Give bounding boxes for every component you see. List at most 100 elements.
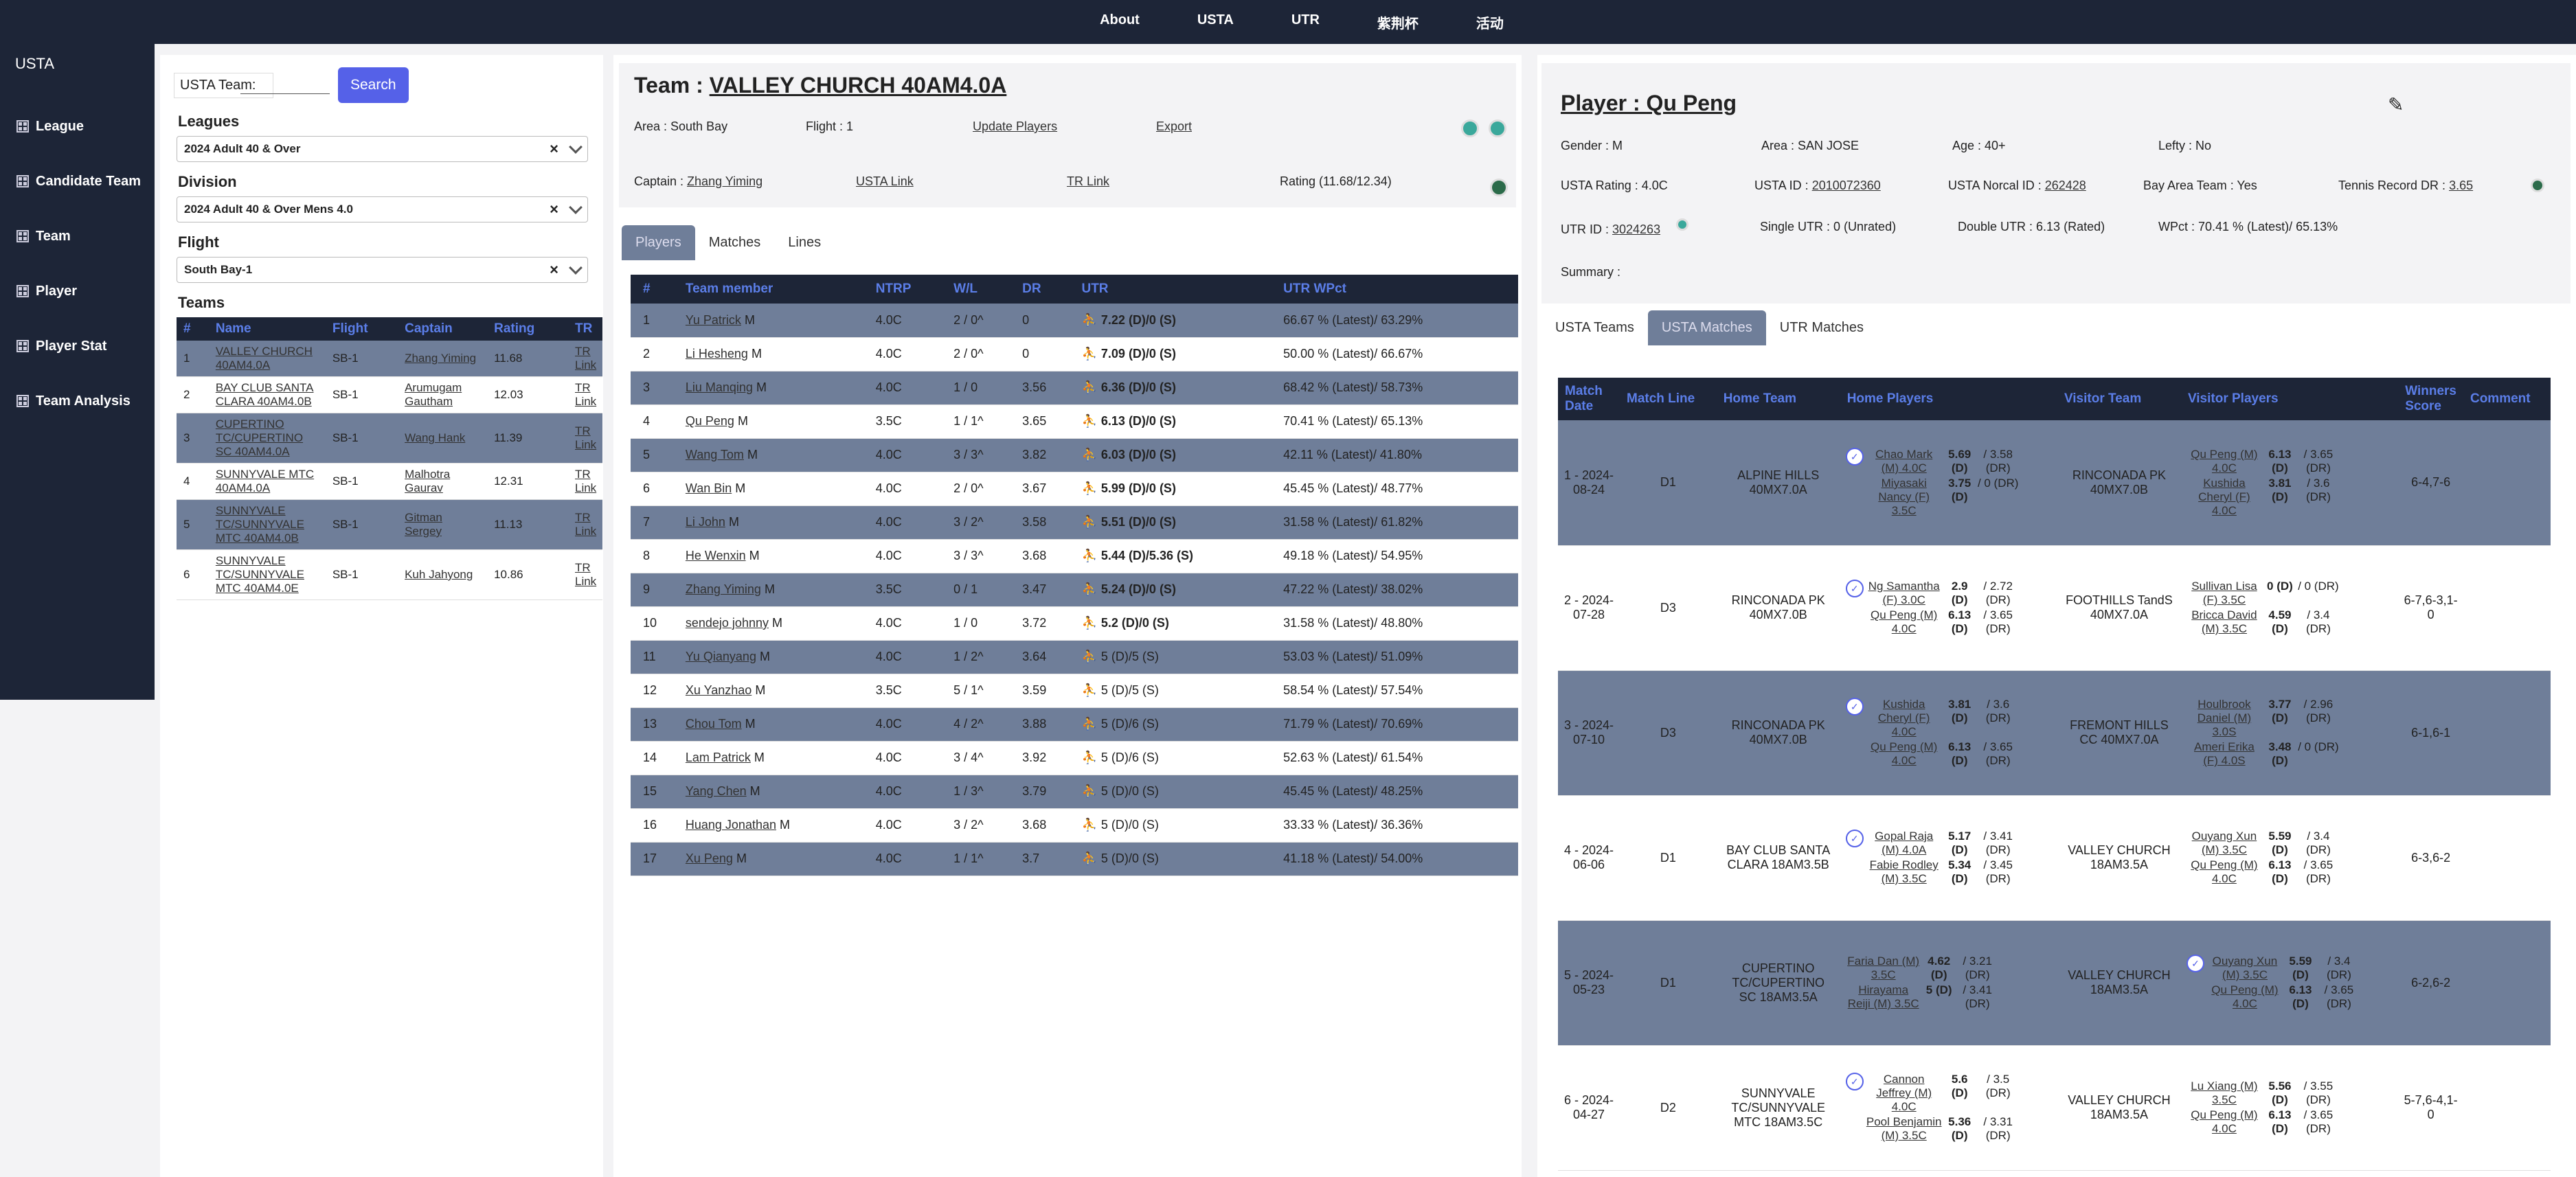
captain-link[interactable]: Zhang Yiming — [687, 174, 762, 188]
tr-link[interactable]: TR Link — [575, 511, 596, 538]
tab-players[interactable]: Players — [622, 225, 695, 260]
table-row[interactable]: 6 - 2024-04-27 D2 SUNNYVALE TC/SUNNYVALE M… — [1558, 1045, 2551, 1171]
tab-usta-matches[interactable]: USTA Matches — [1647, 310, 1766, 345]
player-link[interactable]: Kushida Cheryl (F) 4.0C — [1866, 698, 1942, 739]
tr-dr-link[interactable]: 3.65 — [2449, 179, 2473, 192]
utr-graph-icon[interactable]: ⛹ — [1081, 380, 1096, 394]
column-header[interactable]: Team member — [673, 275, 863, 304]
utr-graph-icon[interactable]: ⛹ — [1081, 347, 1096, 361]
member-link[interactable]: Yu Patrick — [686, 313, 741, 327]
column-header[interactable]: Comment — [2463, 378, 2551, 420]
column-header[interactable]: Home Players — [1840, 378, 2057, 420]
edit-icon[interactable]: ✎ — [2388, 93, 2404, 116]
usta-id-link[interactable]: 2010072360 — [1812, 179, 1881, 192]
table-row[interactable]: 5 Wang Tom M 4.0C 3 / 3^ 3.82 ⛹ 6.03 (D)/0 (S)… — [631, 438, 1518, 472]
column-header[interactable]: # — [631, 275, 673, 304]
member-link[interactable]: Yang Chen — [686, 784, 747, 798]
member-link[interactable]: sendejo johnny — [686, 616, 769, 630]
member-link[interactable]: Lam Patrick — [686, 751, 751, 764]
nav-item[interactable]: 紫荆杯 — [1348, 12, 1447, 32]
player-link[interactable]: Qu Peng (M) 4.0C — [1866, 608, 1942, 636]
column-header[interactable]: Match Date — [1558, 378, 1620, 420]
utr-graph-icon[interactable]: ⛹ — [1081, 751, 1096, 764]
division-select[interactable]: 2024 Adult 40 & Over Mens 4.0 × — [177, 196, 588, 222]
member-link[interactable]: Zhang Yiming — [686, 582, 761, 596]
tennis-record-icon[interactable] — [1490, 179, 1508, 196]
table-row[interactable]: 7 Li John M 4.0C 3 / 2^ 3.58 ⛹ 5.51 (D)/0 (S) 3… — [631, 505, 1518, 540]
utr-graph-icon[interactable]: ⛹ — [1081, 448, 1096, 461]
utr-graph-icon[interactable]: ⛹ — [1081, 515, 1096, 529]
utr-id-link[interactable]: 3024263 — [1612, 222, 1660, 236]
member-link[interactable]: Li Hesheng — [686, 347, 748, 361]
team-name-link[interactable]: BAY CLUB SANTA CLARA 40AM4.0B — [216, 381, 314, 408]
player-link[interactable]: Miyasaki Nancy (F) 3.5C — [1866, 477, 1942, 518]
team-name-link[interactable]: VALLEY CHURCH 40AM4.0A — [710, 73, 1007, 98]
sidebar-item-player[interactable]: Player — [0, 264, 155, 319]
player-link[interactable]: Qu Peng (M) 4.0C — [1866, 740, 1942, 768]
column-header[interactable]: Flight — [325, 317, 398, 341]
chevron-down-icon[interactable] — [569, 140, 583, 154]
tennis-record-icon[interactable] — [2531, 179, 2544, 192]
player-link[interactable]: Kushida Cheryl (F) 4.0C — [2187, 477, 2262, 518]
column-header[interactable]: Name — [208, 317, 326, 341]
utr-graph-icon[interactable]: ⛹ — [1081, 549, 1096, 562]
team-name-link[interactable]: SUNNYVALE TC/SUNNYVALE MTC 40AM4.0B — [216, 504, 304, 545]
export-link[interactable]: Export — [1156, 119, 1192, 134]
column-header[interactable]: UTR WPct — [1271, 275, 1518, 304]
update-players-link[interactable]: Update Players — [973, 119, 1057, 134]
captain-link[interactable]: Zhang Yiming — [405, 352, 476, 365]
captain-link[interactable]: Arumugam Gautham — [405, 381, 462, 408]
table-row[interactable]: 1 VALLEY CHURCH 40AM4.0A SB-1 Zhang Yiming 1… — [177, 341, 602, 377]
table-row[interactable]: 1 - 2024-08-24 D1 ALPINE HILLS 40MX7.0A ✓ Ch… — [1558, 420, 2551, 546]
team-name-link[interactable]: CUPERTINO TC/CUPERTINO SC 40AM4.0A — [216, 418, 303, 458]
member-link[interactable]: Liu Manqing — [686, 380, 753, 394]
captain-link[interactable]: Malhotra Gaurav — [405, 468, 450, 494]
player-link[interactable]: Gopal Raja (M) 4.0A — [1866, 830, 1942, 857]
table-row[interactable]: 16 Huang Jonathan M 4.0C 3 / 2^ 3.68 ⛹ 5 (D)/0… — [631, 808, 1518, 843]
tr-link[interactable]: TR Link — [1067, 174, 1109, 189]
utr-graph-icon[interactable]: ⛹ — [1081, 683, 1096, 697]
player-link[interactable]: Ng Samantha (F) 3.0C — [1866, 580, 1942, 607]
member-link[interactable]: Wang Tom — [686, 448, 744, 461]
table-row[interactable]: 15 Yang Chen M 4.0C 1 / 3^ 3.79 ⛹ 5 (D)/0 (S) 4… — [631, 775, 1518, 809]
utr-graph-icon[interactable]: ⛹ — [1081, 650, 1096, 663]
player-link[interactable]: Qu Peng (M) 4.0C — [2187, 1108, 2262, 1136]
nav-item[interactable]: About — [1071, 12, 1168, 32]
member-link[interactable]: Wan Bin — [686, 481, 732, 495]
tab-usta-teams[interactable]: USTA Teams — [1541, 310, 1648, 345]
utr-graph-icon[interactable]: ⛹ — [1081, 582, 1096, 596]
column-header[interactable]: Home Team — [1716, 378, 1840, 420]
player-link[interactable]: Bricca David (M) 3.5C — [2187, 608, 2262, 636]
flight-select[interactable]: South Bay-1 × — [177, 257, 588, 283]
table-row[interactable]: 2 - 2024-07-28 D3 RINCONADA PK 40MX7.0B ✓ Ng… — [1558, 545, 2551, 671]
norcal-id-link[interactable]: 262428 — [2045, 179, 2086, 192]
sync-icon[interactable] — [1489, 119, 1506, 137]
table-row[interactable]: 9 Zhang Yiming M 3.5C 0 / 1 3.47 ⛹ 5.24 (D)/0 … — [631, 573, 1518, 607]
column-header[interactable]: Visitor Team — [2057, 378, 2181, 420]
column-header[interactable]: NTRP — [863, 275, 942, 304]
player-link[interactable]: Chao Mark (M) 4.0C — [1866, 448, 1942, 475]
utr-graph-icon[interactable]: ⛹ — [1081, 313, 1096, 327]
utr-graph-icon[interactable]: ⛹ — [1081, 852, 1096, 865]
usta-team-input[interactable] — [240, 76, 330, 94]
column-header[interactable]: UTR — [1069, 275, 1272, 304]
column-header[interactable]: Match Line — [1620, 378, 1717, 420]
column-header[interactable]: Rating — [487, 317, 568, 341]
table-row[interactable]: 17 Xu Peng M 4.0C 1 / 1^ 3.7 ⛹ 5 (D)/0 (S) 41.1… — [631, 842, 1518, 876]
league-select[interactable]: 2024 Adult 40 & Over × — [177, 136, 588, 162]
nav-item[interactable]: 活动 — [1447, 12, 1533, 32]
table-row[interactable]: 4 - 2024-06-06 D1 BAY CLUB SANTA CLARA 18A… — [1558, 795, 2551, 921]
player-link[interactable]: Ouyang Xun (M) 3.5C — [2187, 830, 2262, 857]
table-row[interactable]: 12 Xu Yanzhao M 3.5C 5 / 1^ 3.59 ⛹ 5 (D)/5 (S)… — [631, 674, 1518, 708]
tab-utr-matches[interactable]: UTR Matches — [1766, 310, 1877, 345]
utr-graph-icon[interactable]: ⛹ — [1081, 784, 1096, 798]
utr-graph-icon[interactable]: ⛹ — [1081, 616, 1096, 630]
tr-link[interactable]: TR Link — [575, 561, 596, 588]
captain-link[interactable]: Kuh Jahyong — [405, 568, 473, 581]
table-row[interactable]: 6 Wan Bin M 4.0C 2 / 0^ 3.67 ⛹ 5.99 (D)/0 (S) 4… — [631, 472, 1518, 506]
member-link[interactable]: He Wenxin — [686, 549, 746, 562]
table-row[interactable]: 3 Liu Manqing M 4.0C 1 / 0 3.56 ⛹ 6.36 (D)/0 (… — [631, 371, 1518, 405]
tr-link[interactable]: TR Link — [575, 381, 596, 408]
table-row[interactable]: 4 SUNNYVALE MTC 40AM4.0A SB-1 Malhotra Gaur… — [177, 463, 602, 500]
utr-graph-icon[interactable]: ⛹ — [1081, 818, 1096, 832]
